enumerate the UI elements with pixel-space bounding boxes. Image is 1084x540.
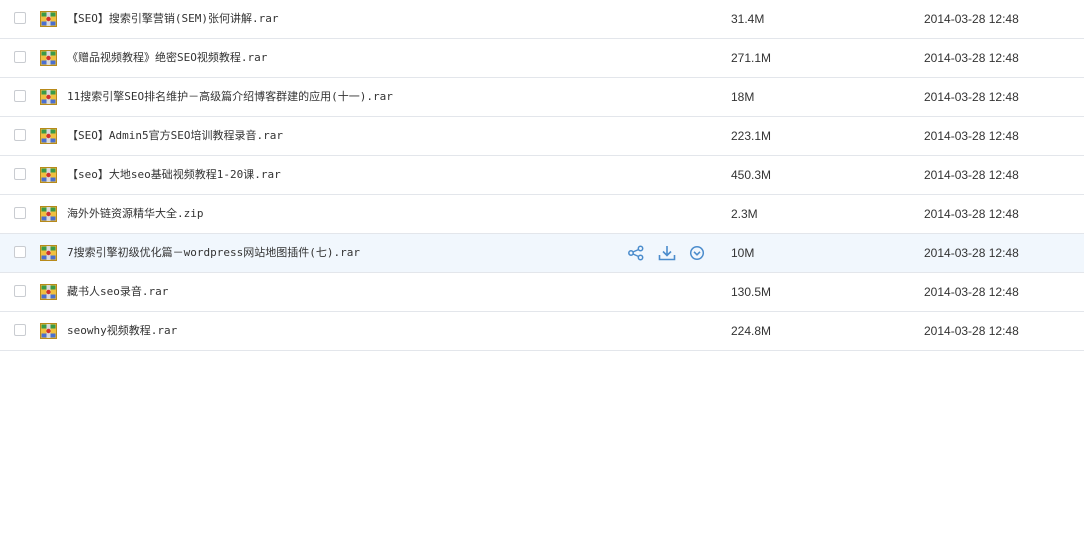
row-checkbox[interactable] — [14, 285, 26, 297]
rar-archive-icon — [40, 323, 57, 339]
file-modified-date: 2014-03-28 12:48 — [924, 207, 1019, 221]
file-modified-date: 2014-03-28 12:48 — [924, 324, 1019, 338]
rar-archive-icon — [40, 11, 57, 27]
file-size: 450.3M — [731, 168, 772, 182]
row-checkbox[interactable] — [14, 246, 26, 258]
row-checkbox[interactable] — [14, 168, 26, 180]
share-icon[interactable] — [627, 245, 645, 261]
file-row[interactable]: 【SEO】Admin5官方SEO培训教程录音.rar 223.1M 2014-0… — [0, 117, 1084, 156]
file-name[interactable]: 【SEO】搜索引擎营销(SEM)张何讲解.rar — [67, 0, 278, 38]
rar-archive-icon — [40, 284, 57, 300]
file-name[interactable]: 【SEO】Admin5官方SEO培训教程录音.rar — [67, 117, 283, 155]
file-row[interactable]: seowhy视频教程.rar 224.8M 2014-03-28 12:48 — [0, 312, 1084, 351]
file-list: 【SEO】搜索引擎营销(SEM)张何讲解.rar 31.4M 2014-03-2… — [0, 0, 1084, 351]
row-checkbox[interactable] — [14, 129, 26, 141]
more-dropdown-icon[interactable] — [688, 245, 706, 261]
file-row[interactable]: 7搜索引擎初级优化篇－wordpress网站地图插件(七).rar 10M 20… — [0, 234, 1084, 273]
file-modified-date: 2014-03-28 12:48 — [924, 129, 1019, 143]
file-size: 271.1M — [731, 51, 772, 65]
file-size: 130.5M — [731, 285, 772, 299]
file-size: 18M — [731, 90, 755, 104]
file-size: 223.1M — [731, 129, 772, 143]
file-name[interactable]: 《赠品视频教程》绝密SEO视频教程.rar — [67, 39, 267, 77]
file-modified-date: 2014-03-28 12:48 — [924, 90, 1019, 104]
rar-archive-icon — [40, 167, 57, 183]
file-row[interactable]: 《赠品视频教程》绝密SEO视频教程.rar 271.1M 2014-03-28 … — [0, 39, 1084, 78]
file-row[interactable]: 11搜索引擎SEO排名维护－高级篇介绍博客群建的应用(十一).rar 18M 2… — [0, 78, 1084, 117]
rar-archive-icon — [40, 128, 57, 144]
rar-archive-icon — [40, 245, 57, 261]
row-checkbox[interactable] — [14, 90, 26, 102]
file-size: 31.4M — [731, 12, 765, 26]
file-modified-date: 2014-03-28 12:48 — [924, 246, 1019, 260]
rar-archive-icon — [40, 50, 57, 66]
file-modified-date: 2014-03-28 12:48 — [924, 168, 1019, 182]
file-size: 10M — [731, 246, 755, 260]
row-checkbox[interactable] — [14, 324, 26, 336]
download-icon[interactable] — [658, 245, 676, 261]
file-size: 224.8M — [731, 324, 772, 338]
zip-archive-icon — [40, 206, 57, 222]
file-modified-date: 2014-03-28 12:48 — [924, 285, 1019, 299]
file-row[interactable]: 【seo】大地seo基础视频教程1-20课.rar 450.3M 2014-03… — [0, 156, 1084, 195]
row-checkbox[interactable] — [14, 12, 26, 24]
file-row[interactable]: 海外外链资源精华大全.zip 2.3M 2014-03-28 12:48 — [0, 195, 1084, 234]
row-checkbox[interactable] — [14, 207, 26, 219]
file-name[interactable]: 11搜索引擎SEO排名维护－高级篇介绍博客群建的应用(十一).rar — [67, 78, 393, 116]
file-name[interactable]: 7搜索引擎初级优化篇－wordpress网站地图插件(七).rar — [67, 234, 360, 272]
file-row[interactable]: 【SEO】搜索引擎营销(SEM)张何讲解.rar 31.4M 2014-03-2… — [0, 0, 1084, 39]
file-name[interactable]: 【seo】大地seo基础视频教程1-20课.rar — [67, 156, 281, 194]
file-modified-date: 2014-03-28 12:48 — [924, 12, 1019, 26]
rar-archive-icon — [40, 89, 57, 105]
file-name[interactable]: seowhy视频教程.rar — [67, 312, 177, 350]
row-checkbox[interactable] — [14, 51, 26, 63]
file-modified-date: 2014-03-28 12:48 — [924, 51, 1019, 65]
file-name[interactable]: 海外外链资源精华大全.zip — [67, 195, 204, 233]
file-row[interactable]: 藏书人seo录音.rar 130.5M 2014-03-28 12:48 — [0, 273, 1084, 312]
file-size: 2.3M — [731, 207, 758, 221]
file-name[interactable]: 藏书人seo录音.rar — [67, 273, 168, 311]
